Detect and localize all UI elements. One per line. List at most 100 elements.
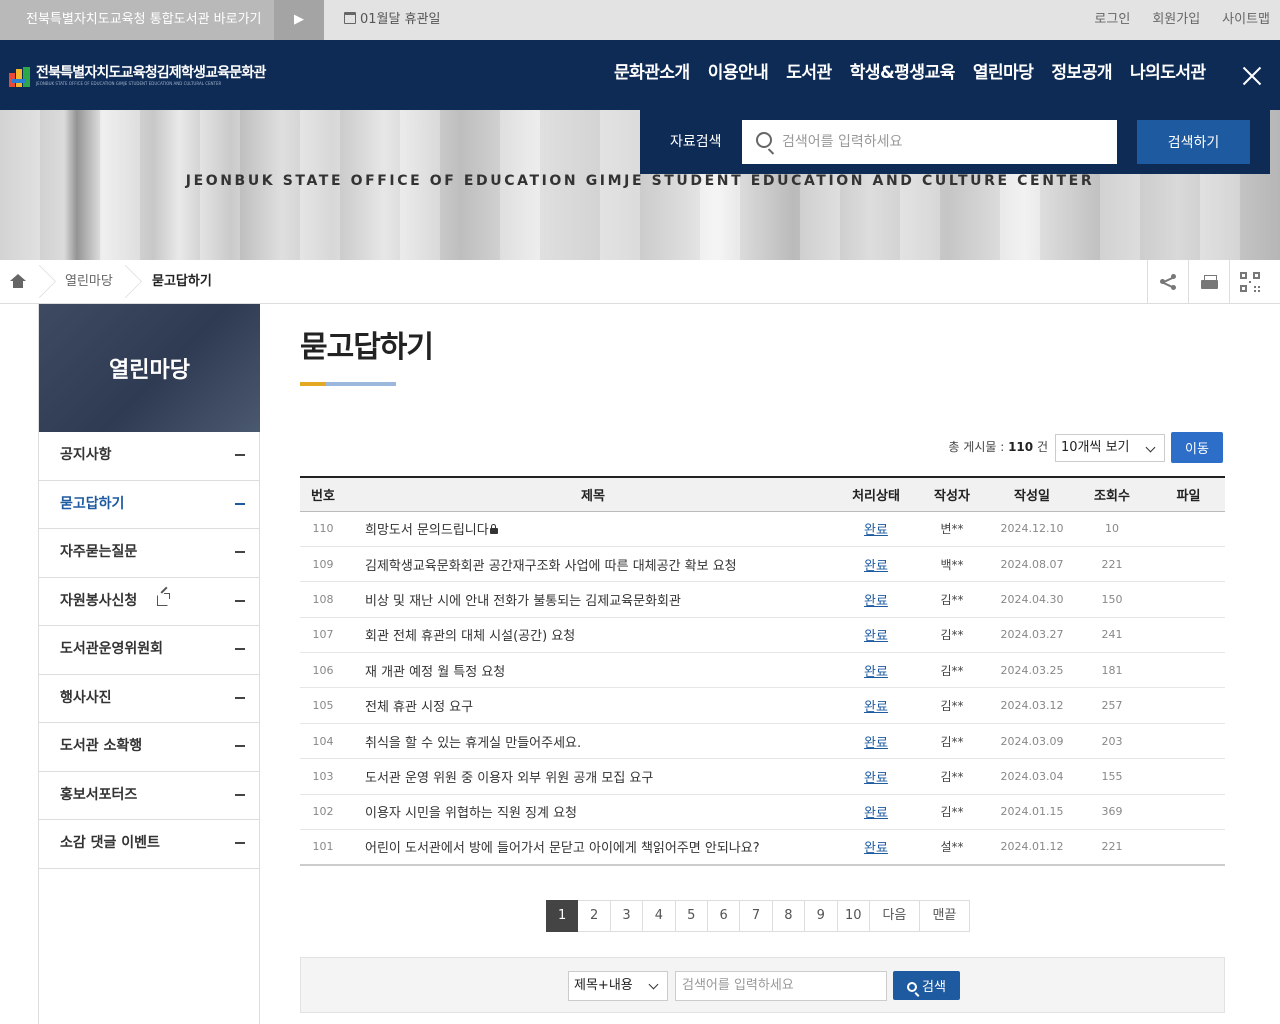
table-row[interactable]: 101 어린이 도서관에서 방에 들어가서 문닫고 아이에게 책읽어주면 안되나요… xyxy=(300,829,1225,866)
nav-disclosure[interactable]: 정보공개 xyxy=(1051,40,1112,110)
sidebar-item-event-photos[interactable]: 행사사진 xyxy=(39,675,259,723)
table-row[interactable]: 109 김제학생교육문화회관 공간재구조화 사업에 따른 대체공간 확보 요청 완료… xyxy=(300,546,1225,583)
row-writer: 김** xyxy=(912,723,992,760)
page-6[interactable]: 6 xyxy=(707,900,741,932)
site-logo[interactable]: 전북특별자치도교육청김제학생교육문화관 JEONBUK STATE OFFICE… xyxy=(9,62,279,92)
row-number: 110 xyxy=(300,511,346,547)
row-views: 221 xyxy=(1072,546,1152,583)
page-3[interactable]: 3 xyxy=(610,900,644,932)
table-row[interactable]: 105 전체 휴관 시정 요구 완료 김** 2024.03.12 257 xyxy=(300,687,1225,724)
page-9[interactable]: 9 xyxy=(805,900,838,932)
board-search-button[interactable]: 검색 xyxy=(893,971,960,1000)
table-row[interactable]: 107 회관 전체 휴관의 대체 시설(공간) 요청 완료 김** 2024.03.27… xyxy=(300,617,1225,654)
sidebar-item-committee[interactable]: 도서관운영위원회 xyxy=(39,626,259,675)
row-status-link[interactable]: 완료 xyxy=(840,652,912,689)
row-writer: 변** xyxy=(912,511,992,547)
table-row[interactable]: 110 희망도서 문의드립니다 완료 변** 2024.12.10 10 xyxy=(300,511,1225,547)
portal-arrow-icon[interactable]: ▶ xyxy=(274,0,324,40)
sidebar-title-box: 열린마당 xyxy=(39,304,260,432)
nav-open-forum[interactable]: 열린마당 xyxy=(973,40,1034,110)
row-date-text: 2024.03.27 xyxy=(1000,628,1064,642)
row-number: 108 xyxy=(300,581,346,618)
page-10[interactable]: 10 xyxy=(837,900,870,932)
page-1[interactable]: 1 xyxy=(546,900,579,932)
sitemap-link[interactable]: 사이트맵 xyxy=(1222,12,1270,27)
row-status-link[interactable]: 완료 xyxy=(840,723,912,760)
page-next[interactable]: 다음 xyxy=(869,900,920,932)
login-link[interactable]: 로그인 xyxy=(1094,12,1130,27)
qr-code-button[interactable] xyxy=(1229,260,1270,304)
row-views: 203 xyxy=(1072,723,1152,760)
page-5[interactable]: 5 xyxy=(675,900,708,932)
row-status-link[interactable]: 완료 xyxy=(840,758,912,795)
page-4[interactable]: 4 xyxy=(643,900,676,932)
breadcrumb-level1[interactable]: 열린마당 xyxy=(65,260,113,304)
close-icon[interactable] xyxy=(1240,64,1264,88)
catalog-search-placeholder: 검색어를 입력하세요 xyxy=(782,134,903,150)
page-2[interactable]: 2 xyxy=(578,900,611,932)
nav-library[interactable]: 도서관 xyxy=(786,40,832,110)
row-title-link[interactable]: 전체 휴관 시정 요구 xyxy=(346,687,840,724)
sidebar-item-qna[interactable]: 묻고답하기 xyxy=(39,481,259,529)
search-field-select[interactable]: 제목+내용 xyxy=(568,971,668,1001)
page-tools xyxy=(1147,260,1270,304)
sidebar-item-faq[interactable]: 자주묻는질문 xyxy=(39,529,259,578)
sidebar-item-volunteer[interactable]: 자원봉사신청 xyxy=(39,578,259,626)
row-title-link[interactable]: 김제학생교육문화회관 공간재구조화 사업에 따른 대체공간 확보 요청 xyxy=(346,546,840,583)
sidebar-item-notice[interactable]: 공지사항 xyxy=(39,432,259,481)
nav-education[interactable]: 학생&평생교육 xyxy=(850,40,956,110)
page-last[interactable]: 맨끝 xyxy=(919,900,970,932)
share-button[interactable] xyxy=(1147,260,1188,304)
table-header-row: 번호 제목 처리상태 작성자 작성일 조회수 파일 xyxy=(300,476,1225,512)
portal-link[interactable]: 전북특별자치도교육청 통합도서관 바로가기 xyxy=(0,0,274,40)
row-views: 150 xyxy=(1072,581,1152,618)
page-7[interactable]: 7 xyxy=(740,900,773,932)
row-title-link[interactable]: 도서관 운영 위원 중 이용자 외부 위원 공개 모집 요구 xyxy=(346,758,840,795)
row-title-link[interactable]: 회관 전체 휴관의 대체 시설(공간) 요청 xyxy=(346,617,840,654)
row-title-link[interactable]: 취식을 할 수 있는 휴게실 만들어주세요. xyxy=(346,723,840,760)
row-status-link[interactable]: 완료 xyxy=(840,794,912,831)
row-date: 2024.03.04 xyxy=(992,758,1072,795)
row-date-text: 2024.03.04 xyxy=(1000,769,1064,783)
per-page-select[interactable]: 10개씩 보기 xyxy=(1055,434,1165,462)
board-search-input[interactable]: 검색어를 입력하세요 xyxy=(675,971,887,1001)
table-row[interactable]: 108 비상 및 재난 시에 안내 전화가 불통되는 김제교육문화회관 완료 김** 2… xyxy=(300,581,1225,618)
sidebar-item-supporters[interactable]: 홍보서포터즈 xyxy=(39,772,259,820)
nav-about[interactable]: 문화관소개 xyxy=(614,40,690,110)
print-button[interactable] xyxy=(1188,260,1229,304)
closed-day-link[interactable]: 01월달 휴관일 xyxy=(344,0,440,40)
page-8[interactable]: 8 xyxy=(772,900,806,932)
row-writer-text: 김** xyxy=(940,628,964,643)
table-row[interactable]: 102 이용자 시민을 위협하는 직원 징계 요청 완료 김** 2024.01.15 3… xyxy=(300,794,1225,831)
row-status-link[interactable]: 완료 xyxy=(840,687,912,724)
row-status-link[interactable]: 완료 xyxy=(840,546,912,583)
row-status-link[interactable]: 완료 xyxy=(840,829,912,866)
table-row[interactable]: 104 취식을 할 수 있는 휴게실 만들어주세요. 완료 김** 2024.03.09… xyxy=(300,723,1225,760)
row-title-link[interactable]: 어린이 도서관에서 방에 들어가서 문닫고 아이에게 책읽어주면 안되나요? xyxy=(346,829,840,866)
nav-my-library[interactable]: 나의도서관 xyxy=(1130,40,1206,110)
catalog-search-input[interactable]: 검색어를 입력하세요 xyxy=(742,120,1117,164)
row-title-link[interactable]: 희망도서 문의드립니다 xyxy=(346,511,840,547)
row-title-link[interactable]: 이용자 시민을 위협하는 직원 징계 요청 xyxy=(346,794,840,831)
catalog-search-button[interactable]: 검색하기 xyxy=(1137,120,1250,164)
sidebar-item-comment-event[interactable]: 소감 댓글 이벤트 xyxy=(39,820,259,869)
row-status-link[interactable]: 완료 xyxy=(840,581,912,618)
row-title-link[interactable]: 비상 및 재난 시에 안내 전화가 불통되는 김제교육문화회관 xyxy=(346,581,840,618)
nav-guide[interactable]: 이용안내 xyxy=(708,40,769,110)
signup-link[interactable]: 회원가입 xyxy=(1152,12,1200,27)
col-views: 조회수 xyxy=(1072,476,1152,512)
row-file xyxy=(1152,794,1225,831)
total-number: 110 xyxy=(1008,440,1034,454)
row-views: 155 xyxy=(1072,758,1152,795)
row-status-link[interactable]: 완료 xyxy=(840,617,912,654)
row-status-link[interactable]: 완료 xyxy=(840,511,912,547)
row-status-link-text: 완료 xyxy=(864,629,888,645)
row-date-text: 2024.03.25 xyxy=(1000,663,1064,677)
row-file xyxy=(1152,511,1225,547)
row-title-link[interactable]: 재 개관 예정 월 특정 요청 xyxy=(346,652,840,689)
table-row[interactable]: 103 도서관 운영 위원 중 이용자 외부 위원 공개 모집 요구 완료 김** 20… xyxy=(300,758,1225,795)
sidebar-item-small-happiness[interactable]: 도서관 소확행 xyxy=(39,723,259,772)
row-views: 221 xyxy=(1072,829,1152,866)
table-row[interactable]: 106 재 개관 예정 월 특정 요청 완료 김** 2024.03.25 181 xyxy=(300,652,1225,689)
go-button[interactable]: 이동 xyxy=(1171,432,1223,463)
